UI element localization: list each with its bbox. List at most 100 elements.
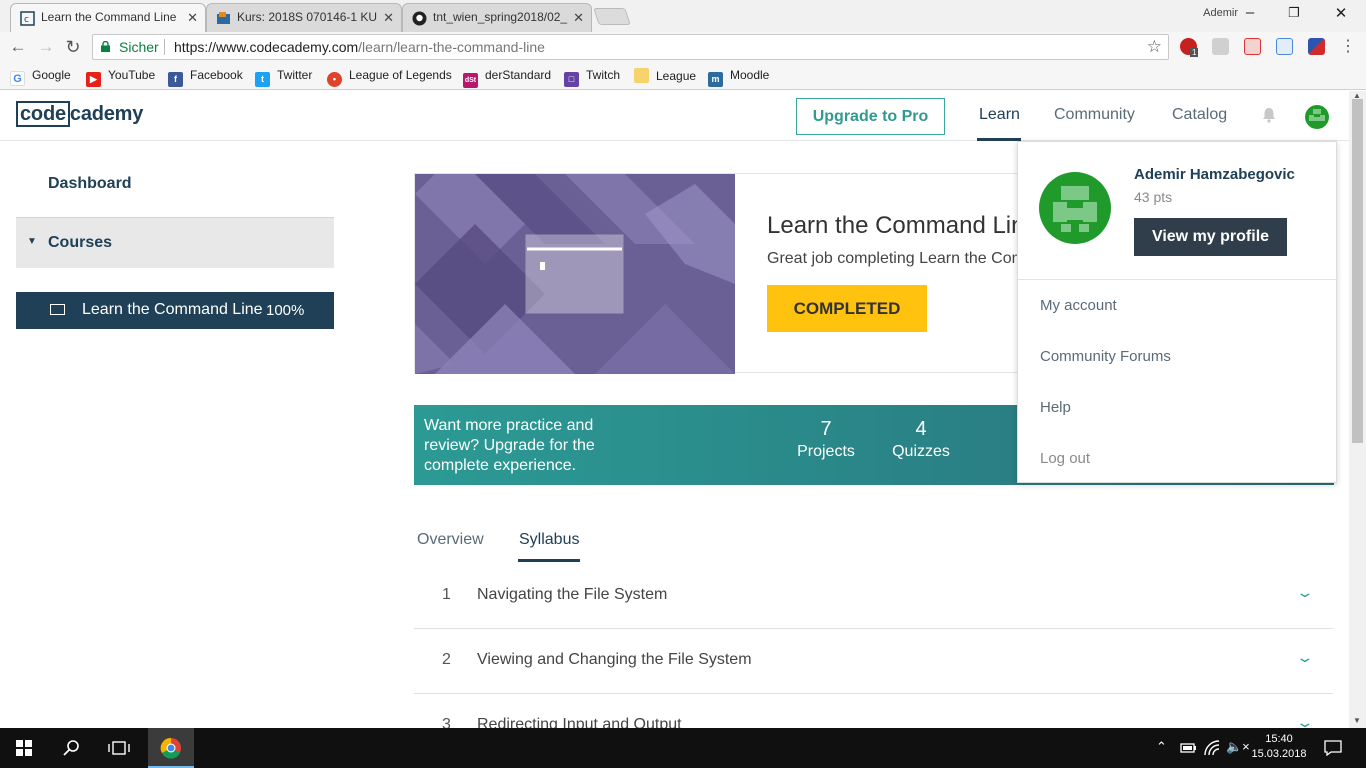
tab-syllabus[interactable]: Syllabus [519,531,579,549]
forward-arrow-icon[interactable]: → [36,37,56,57]
search-icon[interactable] [63,739,81,757]
bookmark-star-icon[interactable]: ☆ [1147,35,1162,59]
stat-value: 4 [915,418,927,440]
taskbar-chrome-button[interactable] [148,728,194,768]
sidebar-course-item[interactable]: Learn the Command Line 100% [16,292,334,329]
close-icon[interactable]: ✕ [383,4,394,31]
syllabus-row[interactable]: 2 Viewing and Changing the File System ⌄ [414,629,1333,694]
tab-learn-command-line[interactable]: c Learn the Command Line ✕ [10,3,206,32]
minimize-icon[interactable]: – [1240,4,1260,21]
tab-title: tnt_wien_spring2018/02_ [433,10,568,24]
menu-item-help[interactable]: Help [1040,399,1071,416]
chevron-down-icon[interactable]: ⌄ [1296,584,1315,601]
extension-icon[interactable] [1244,38,1261,55]
course-hero-illustration [415,174,735,374]
tab-title: Learn the Command Line [41,10,177,24]
scroll-down-icon[interactable]: ▼ [1353,716,1361,725]
bookmark-label: YouTube [108,68,156,82]
bookmark-twitter[interactable]: t Twitter [255,68,312,87]
tab-github-repo[interactable]: tnt_wien_spring2018/02_ ✕ [402,3,592,32]
syllabus-number: 3 [442,716,451,728]
taskbar-clock[interactable]: 15:40 15.03.2018 [1248,732,1310,762]
windows-start-icon[interactable] [16,740,32,756]
user-dropdown-menu: Ademir Hamzabegovic 43 pts View my profi… [1017,141,1338,483]
new-tab-button[interactable] [593,8,631,25]
syllabus-title: Viewing and Changing the File System [477,651,752,668]
menu-item-community-forums[interactable]: Community Forums [1040,348,1171,365]
avatar-pattern-icon [1309,109,1325,121]
sidebar-dashboard-link[interactable]: Dashboard [48,175,132,193]
tab-title: Kurs: 2018S 070146-1 KU [237,10,378,24]
close-icon[interactable]: ✕ [573,4,584,31]
avatar-pattern-icon [1053,186,1097,232]
codecademy-logo[interactable]: code cademy [16,101,144,127]
window-close-icon[interactable]: ✕ [1331,4,1351,22]
notification-bell-icon[interactable] [1261,107,1277,123]
lock-icon [101,41,110,52]
browser-tab-strip: c Learn the Command Line ✕ Kurs: 2018S 0… [0,0,1366,32]
syllabus-row[interactable]: 1 Navigating the File System ⌄ [414,564,1333,629]
facebook-icon: f [168,72,183,87]
bookmark-derstandard[interactable]: dSt derStandard [463,68,551,88]
completed-button[interactable]: COMPLETED [767,285,927,332]
syllabus-number: 1 [442,586,451,603]
bookmark-league-of-legends[interactable]: • League of Legends [327,68,452,87]
reload-icon[interactable]: ↻ [63,37,83,57]
chevron-down-icon[interactable]: ⌄ [1296,649,1315,666]
profile-avatar[interactable] [1039,172,1111,244]
tab-moodle-course[interactable]: Kurs: 2018S 070146-1 KU ✕ [206,3,402,32]
task-view-icon[interactable] [108,740,130,756]
docs-extension-icon[interactable] [1276,38,1293,55]
nav-community[interactable]: Community [1054,106,1135,124]
url-text[interactable]: https://www.codecademy.com/learn/learn-t… [174,35,545,59]
scrollbar-thumb[interactable] [1352,99,1363,443]
volume-muted-icon[interactable]: 🔈× [1226,739,1250,755]
course-title: Learn the Command Line [767,212,1038,239]
clock-time: 15:40 [1265,733,1293,745]
back-arrow-icon[interactable]: ← [8,37,28,57]
stat-label: Projects [797,443,855,460]
bookmark-label: Moodle [730,68,770,82]
nav-catalog[interactable]: Catalog [1172,106,1227,124]
site-header: code cademy Upgrade to Pro Learn Communit… [0,91,1349,141]
action-center-icon[interactable] [1324,740,1342,756]
menu-item-my-account[interactable]: My account [1040,297,1117,314]
menu-divider [1018,279,1338,280]
menu-kebab-icon[interactable]: ⋮ [1338,37,1358,57]
nav-active-underline [977,138,1021,141]
bookmark-twitch[interactable]: □ Twitch [564,68,620,87]
extension-icon[interactable] [1308,38,1325,55]
upgrade-to-pro-button[interactable]: Upgrade to Pro [796,98,945,135]
page-scrollbar[interactable]: ▲ ▼ [1349,91,1366,728]
bookmark-folder-league[interactable]: League [634,68,696,83]
sidebar-courses-toggle[interactable]: ▼ Courses [16,217,334,268]
chevron-down-icon[interactable]: ⌄ [1296,714,1315,728]
bookmark-label: League of Legends [349,68,452,82]
syllabus-number: 2 [442,651,451,668]
logo-rest-text: cademy [69,103,144,125]
tab-overview[interactable]: Overview [417,531,484,549]
stat-value: 7 [820,418,832,440]
pdf-extension-icon[interactable] [1212,38,1229,55]
wifi-icon[interactable] [1204,740,1220,756]
syllabus-row[interactable]: 3 Redirecting Input and Output ⌄ [414,694,1333,728]
bookmark-moodle[interactable]: m Moodle [708,68,769,87]
menu-item-log-out[interactable]: Log out [1040,450,1090,467]
user-avatar-button[interactable] [1305,105,1329,129]
nav-learn[interactable]: Learn [979,106,1020,124]
bookmark-label: League [656,69,697,83]
restore-icon[interactable]: ❐ [1284,5,1304,21]
window-user-name[interactable]: Ademir [1203,7,1238,19]
bookmark-google[interactable]: G Google [10,68,71,86]
bookmark-facebook[interactable]: f Facebook [168,68,243,87]
sidebar-course-progress: 100% [266,302,305,319]
address-bar[interactable]: Sicher https://www.codecademy.com/learn/… [92,34,1169,60]
svg-text:c: c [24,15,29,25]
bookmark-label: Twitch [586,68,621,82]
battery-icon[interactable] [1180,742,1196,754]
tray-chevron-up-icon[interactable]: ⌃ [1156,739,1167,755]
bookmark-youtube[interactable]: ▶ YouTube [86,68,155,87]
close-icon[interactable]: ✕ [187,4,198,31]
view-profile-button[interactable]: View my profile [1134,218,1287,256]
secure-label: Sicher [119,39,159,55]
